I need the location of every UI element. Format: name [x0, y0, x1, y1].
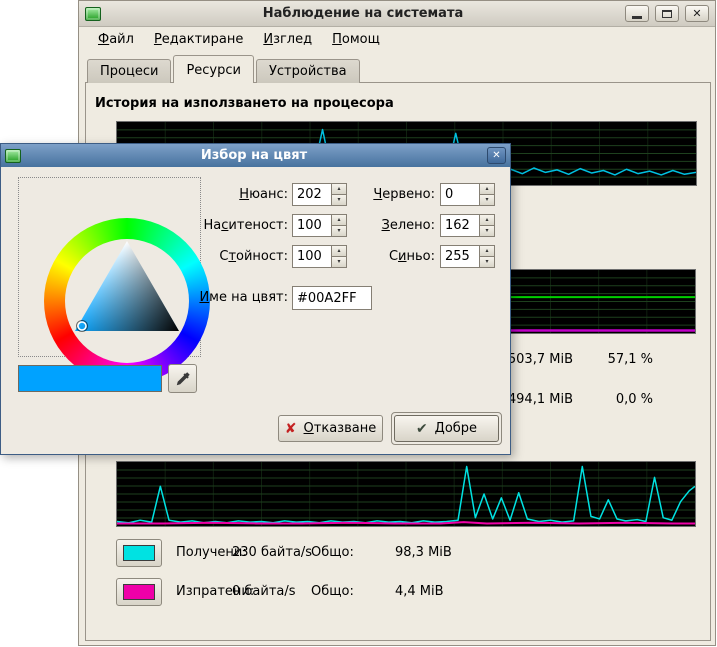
tab-processes[interactable]: Процеси	[87, 59, 171, 83]
ok-button[interactable]: ✔ Добре	[394, 415, 499, 442]
sent-color-swatch	[123, 584, 155, 600]
menu-item-edit[interactable]: Редактиране	[144, 28, 253, 51]
dialog-close-button[interactable]: ✕	[487, 147, 506, 164]
eyedropper-icon	[175, 371, 191, 387]
color-name-label: Име на цвят:	[176, 286, 288, 309]
blue-spin-up[interactable]: ▴	[480, 245, 495, 257]
cancel-button[interactable]: ✘ Отказване	[278, 415, 383, 442]
received-total: 98,3 MiB	[395, 539, 452, 567]
received-color-button[interactable]	[116, 539, 162, 567]
saturation-label: Наситеност:	[176, 214, 288, 237]
value-label: Стойност:	[176, 245, 288, 268]
green-spin-up[interactable]: ▴	[480, 214, 495, 226]
red-spin-down[interactable]: ▾	[480, 195, 495, 206]
menu-item-file[interactable]: Файл	[88, 28, 144, 51]
green-label: Зелено:	[331, 214, 435, 237]
memory-used-percent: 57,1 %	[587, 351, 653, 368]
ok-icon: ✔	[416, 422, 428, 436]
saturation-value-triangle[interactable]	[65, 239, 189, 363]
close-button[interactable]: ✕	[685, 5, 709, 22]
system-monitor-icon	[85, 7, 101, 21]
red-spinbox: ▴▾	[440, 183, 495, 206]
red-input[interactable]	[440, 183, 480, 206]
titlebar[interactable]: Наблюдение на системата ✕	[79, 1, 715, 27]
blue-input[interactable]	[440, 245, 480, 268]
eyedropper-button[interactable]	[168, 364, 197, 393]
hue-input[interactable]	[292, 183, 332, 206]
received-color-swatch	[123, 545, 155, 561]
dialog-titlebar[interactable]: Избор на цвят ✕	[1, 144, 510, 167]
hue-label: Нюанс:	[176, 183, 288, 206]
color-name-input[interactable]	[292, 286, 372, 310]
ok-button-default-ring: ✔ Добре	[391, 412, 502, 445]
saturation-input[interactable]	[292, 214, 332, 237]
sent-rate: 0 байта/s	[232, 578, 296, 606]
dialog-title: Избор на цвят	[26, 148, 482, 163]
sent-color-button[interactable]	[116, 578, 162, 606]
close-icon: ✕	[492, 150, 500, 161]
minimize-button[interactable]	[625, 5, 649, 22]
received-legend-row: Получени: 230 байта/s Общо: 98,3 MiB	[116, 539, 676, 567]
color-wheel-area	[18, 177, 201, 357]
swap-used-percent: 0,0 %	[587, 391, 653, 408]
menu-item-view[interactable]: Изглед	[253, 28, 322, 51]
red-label: Червено:	[331, 183, 435, 206]
received-total-label: Общо:	[311, 539, 354, 567]
green-spinbox: ▴▾	[440, 214, 495, 237]
menu-item-help[interactable]: Помощ	[322, 28, 390, 51]
blue-label: Синьо:	[331, 245, 435, 268]
spin-down-icon: ▾	[485, 228, 488, 234]
spin-up-icon: ▴	[485, 248, 488, 254]
maximize-icon	[662, 10, 672, 18]
menubar: Файл Редактиране Изглед Помощ	[79, 27, 715, 52]
close-icon: ✕	[692, 8, 701, 19]
sent-legend-row: Изпратени: 0 байта/s Общо: 4,4 MiB	[116, 578, 676, 606]
color-preview	[18, 365, 162, 392]
sent-total: 4,4 MiB	[395, 578, 444, 606]
spin-down-icon: ▾	[485, 259, 488, 265]
red-spin-up[interactable]: ▴	[480, 183, 495, 195]
received-rate: 230 байта/s	[232, 539, 312, 567]
color-picker-dialog: Избор на цвят ✕	[0, 143, 511, 455]
green-spin-down[interactable]: ▾	[480, 226, 495, 237]
cpu-section-title: История на използването на процесора	[95, 96, 394, 111]
blue-spin-down[interactable]: ▾	[480, 257, 495, 268]
value-input[interactable]	[292, 245, 332, 268]
cancel-icon: ✘	[285, 422, 297, 436]
tabstrip: Процеси Ресурси Устройства	[87, 55, 362, 83]
minimize-icon	[632, 16, 642, 19]
tab-devices[interactable]: Устройства	[256, 59, 360, 83]
network-history-chart	[116, 461, 696, 527]
ok-label: Добре	[435, 421, 477, 436]
blue-spinbox: ▴▾	[440, 245, 495, 268]
spin-down-icon: ▾	[485, 197, 488, 203]
sent-total-label: Общо:	[311, 578, 354, 606]
cancel-label: Отказване	[304, 421, 377, 436]
dialog-icon	[5, 149, 21, 163]
spin-up-icon: ▴	[485, 186, 488, 192]
maximize-button[interactable]	[655, 5, 679, 22]
window-title: Наблюдение на системата	[107, 6, 619, 21]
spin-up-icon: ▴	[485, 217, 488, 223]
tab-resources[interactable]: Ресурси	[173, 55, 254, 83]
green-input[interactable]	[440, 214, 480, 237]
